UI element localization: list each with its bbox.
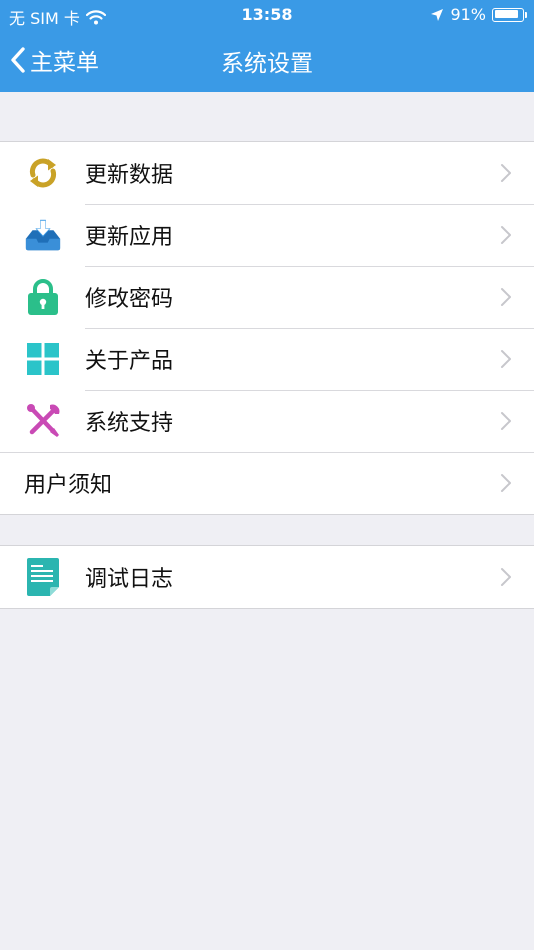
battery-fill: [494, 10, 519, 18]
chevron-right-icon: [501, 164, 511, 182]
chevron-right-icon: [501, 412, 511, 430]
chevron-right-icon: [501, 350, 511, 368]
refresh-icon: [24, 154, 62, 192]
settings-item-label: 修改密码: [85, 287, 174, 312]
status-bar: 无 SIM 卡 13:58 91%: [0, 0, 534, 30]
settings-item-debug-log[interactable]: 调试日志: [0, 546, 534, 608]
settings-item-label: 调试日志: [85, 567, 174, 592]
settings-item-update-app[interactable]: 更新应用: [0, 204, 534, 266]
settings-item-label: 更新数据: [85, 163, 174, 188]
chevron-right-icon: [501, 474, 511, 492]
settings-item-update-data[interactable]: 更新数据: [0, 142, 534, 204]
settings-item-label: 系统支持: [85, 411, 174, 436]
chevron-right-icon: [501, 568, 511, 586]
battery-icon: [492, 7, 527, 22]
settings-item-label: 关于产品: [85, 349, 174, 374]
document-icon: [24, 558, 62, 596]
settings-item-user-notice[interactable]: 用户须知: [0, 452, 534, 514]
lock-icon: [24, 278, 62, 316]
chevron-right-icon: [501, 226, 511, 244]
settings-item-about-product[interactable]: 关于产品: [0, 328, 534, 390]
battery-percent: 91%: [450, 5, 486, 24]
download-tray-icon: [24, 216, 62, 254]
page-title: 系统设置: [221, 51, 313, 77]
settings-group-main: 更新数据 更新应用 修改密码 关于产品 系统支持 用户须知: [0, 141, 534, 515]
nav-bar: 主菜单 系统设置: [0, 30, 534, 92]
settings-item-label: 更新应用: [85, 225, 174, 250]
chevron-right-icon: [501, 288, 511, 306]
location-arrow-icon: [431, 8, 444, 21]
settings-item-system-support[interactable]: 系统支持: [0, 390, 534, 452]
tools-icon: [24, 402, 62, 440]
grid-icon: [24, 340, 62, 378]
top-bar: 无 SIM 卡 13:58 91% 主菜单 系统设置: [0, 0, 534, 92]
settings-item-change-password[interactable]: 修改密码: [0, 266, 534, 328]
settings-group-debug: 调试日志: [0, 545, 534, 609]
status-right: 91%: [430, 5, 527, 24]
settings-item-label: 用户须知: [24, 473, 113, 498]
